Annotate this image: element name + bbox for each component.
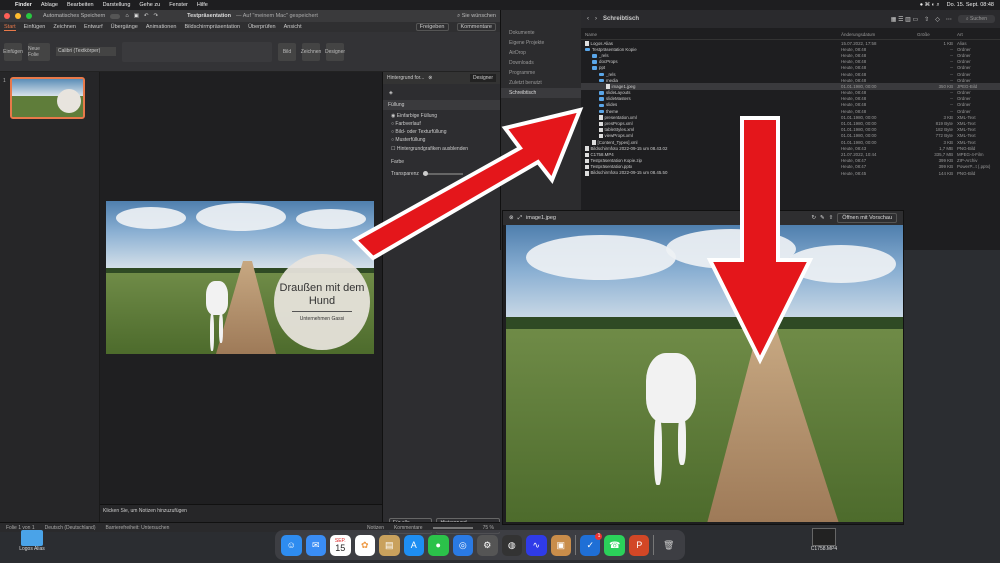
app-store-dock-icon[interactable]: A <box>403 534 424 556</box>
finder-dock-icon[interactable]: ☺ <box>281 534 302 556</box>
folder-icon <box>21 530 43 546</box>
screenshot-dock-icon[interactable]: ◍ <box>501 534 522 556</box>
calendar-dock-icon[interactable]: SEP. 15 <box>330 534 351 556</box>
audio-dock-icon[interactable]: ∿ <box>526 534 547 556</box>
desktop-logos-alias[interactable]: Logos Alias <box>12 530 52 552</box>
dock: ☺ ✉ SEP. 15 ✿ ▤ A ● ◎ ⚙ ◍ ∿ ▣ ✓ 1 ☎ P 🗑 <box>275 530 685 560</box>
desktop-video-label: C1758.MP4 <box>810 546 838 552</box>
system-settings-dock-icon[interactable]: ⚙ <box>477 534 498 556</box>
powerpoint-dock-icon[interactable]: P <box>628 534 650 556</box>
video-thumbnail-icon <box>812 528 836 546</box>
calendar-day: 15 <box>335 543 346 553</box>
desktop-logos-alias-label: Logos Alias <box>19 546 45 552</box>
image-app-dock-icon[interactable]: ▣ <box>550 534 571 556</box>
down-arrow <box>706 116 814 365</box>
trash-dock-icon[interactable]: 🗑 <box>658 535 679 556</box>
diagonal-arrow <box>351 107 584 261</box>
mail-dock-icon[interactable]: ✉ <box>305 534 326 556</box>
photos-dock-icon[interactable]: ✿ <box>354 534 375 556</box>
dock-divider <box>575 535 576 555</box>
mail-badge: 1 <box>595 532 603 540</box>
annotation-arrows <box>351 107 814 365</box>
dock-divider <box>653 535 655 555</box>
desktop-video-file[interactable]: C1758.MP4 <box>804 528 844 552</box>
messages-dock-icon[interactable]: ● <box>428 534 449 556</box>
notes-dock-icon[interactable]: ▤ <box>379 534 400 556</box>
safari-dock-icon[interactable]: ◎ <box>452 534 473 556</box>
whatsapp-dock-icon[interactable]: ☎ <box>604 534 625 556</box>
outlook-dock-icon[interactable]: ✓ 1 <box>579 532 603 556</box>
